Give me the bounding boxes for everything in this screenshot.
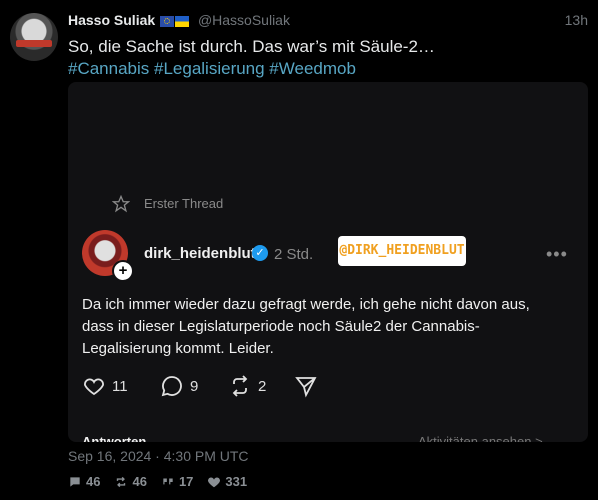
reply-count: 46 <box>86 474 101 489</box>
embed-activity-link: Aktivitäten ansehen > <box>418 434 543 442</box>
post-stats: 46 46 17 331 <box>68 474 247 489</box>
repost-count: 46 <box>132 474 147 489</box>
author-name[interactable]: Hasso Suliak <box>68 12 155 28</box>
post-hashtags[interactable]: #Cannabis #Legalisierung #Weedmob <box>68 58 435 80</box>
thread-label: Erster Thread <box>144 196 224 211</box>
verified-icon: ✓ <box>252 245 268 261</box>
repost-icon <box>232 375 248 397</box>
embed-like: 11 <box>82 374 128 398</box>
ukraine-flag-icon <box>175 16 190 27</box>
quote-stat[interactable]: 17 <box>161 474 193 489</box>
post-text-line: So, die Sache ist durch. Das war’s mit S… <box>68 37 435 56</box>
quote-icon <box>163 478 173 484</box>
star-icon <box>112 195 130 213</box>
repost-stat[interactable]: 46 <box>114 474 147 489</box>
follow-plus-icon: + <box>112 260 134 282</box>
comment-icon <box>70 476 80 487</box>
embed-username: dirk_heidenblut <box>144 245 256 262</box>
retweet-icon <box>117 476 126 487</box>
author-handle[interactable]: @HassoSuliak <box>198 12 290 28</box>
flag-icons <box>160 14 190 30</box>
embed-repost-count: 2 <box>258 377 267 395</box>
embed-body: Da ich immer wieder dazu gefragt werde, … <box>82 296 530 357</box>
embed-time: 2 Std. <box>274 246 314 263</box>
eu-flag-icon <box>160 16 175 27</box>
comment-icon <box>161 376 182 397</box>
embed-share <box>294 374 318 398</box>
send-icon <box>295 377 317 398</box>
embed-comment-count: 9 <box>190 377 199 395</box>
author-avatar[interactable] <box>10 13 58 61</box>
embedded-screenshot[interactable]: Erster Thread + dirk_heidenblut ✓ 2 Std.… <box>68 82 588 442</box>
embed-repost: 2 <box>228 374 266 398</box>
heart-icon <box>208 476 221 487</box>
post-date[interactable]: Sep 16, 2024 · 4:30 PM UTC <box>68 448 249 464</box>
heart-icon <box>84 378 104 396</box>
like-stat[interactable]: 331 <box>207 474 247 489</box>
username-sticker: @DIRK_HEIDENBLUT <box>338 236 466 266</box>
embed-comment: 9 <box>160 374 198 398</box>
post-time[interactable]: 13h <box>565 12 588 28</box>
post-header: Hasso Suliak @HassoSuliak 13h <box>68 12 588 30</box>
embed-reply-label: Antworten <box>82 434 147 442</box>
more-icon: ••• <box>546 244 568 264</box>
embed-like-count: 11 <box>112 377 128 395</box>
like-count: 331 <box>225 474 248 489</box>
post-text: So, die Sache ist durch. Das war’s mit S… <box>68 36 435 80</box>
quote-count: 17 <box>178 474 194 489</box>
reply-stat[interactable]: 46 <box>68 474 100 489</box>
avatar-band <box>16 40 52 47</box>
